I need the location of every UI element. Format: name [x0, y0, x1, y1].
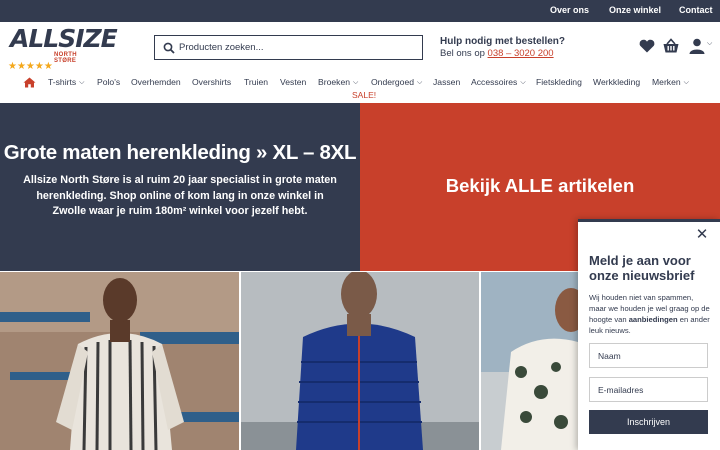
chevron-down-icon: ⌵ — [79, 79, 85, 86]
nav-item-overhemden[interactable]: Overhemden — [131, 77, 181, 87]
newsletter-popup: ✕ Meld je aan voor onze nieuwsbrief Wij … — [578, 219, 720, 450]
chevron-down-icon[interactable]: ⌵ — [707, 40, 712, 48]
heart-icon[interactable] — [638, 37, 656, 55]
nav-item-broeken[interactable]: Broeken ⌵ — [318, 77, 358, 88]
top-bar: Over ons Onze winkel Contact — [0, 0, 720, 22]
popup-title: Meld je aan voor onze nieuwsbrief — [589, 253, 695, 283]
nav-item-accessoires[interactable]: Accessoires ⌵ — [471, 77, 526, 88]
nav-item-overshirts[interactable]: Overshirts — [192, 77, 231, 87]
nav-item-werkkleding[interactable]: Werkkleding — [593, 77, 640, 87]
home-icon[interactable] — [23, 77, 36, 88]
chevron-down-icon: ⌵ — [683, 79, 689, 86]
rating-stars: ★★★★★ — [8, 61, 53, 72]
product-photo-striped-shirt[interactable] — [0, 272, 239, 450]
email-field[interactable] — [589, 377, 708, 402]
help-block: Hulp nodig met bestellen? Bel ons op 038… — [440, 36, 565, 59]
chevron-down-icon: ⌵ — [520, 79, 526, 86]
phone-link[interactable]: 038 – 3020 200 — [488, 48, 554, 59]
nav-item-jassen[interactable]: Jassen — [433, 77, 460, 87]
logo-text: ALLSIZE — [10, 24, 118, 53]
user-icon[interactable] — [688, 37, 706, 55]
nav-item-t-shirts[interactable]: T-shirts ⌵ — [48, 77, 84, 88]
basket-icon[interactable] — [662, 37, 680, 55]
hero-title: Grote maten herenkleding » XL – 8XL — [3, 141, 357, 164]
topbar-link-about[interactable]: Over ons — [550, 5, 589, 15]
nav-item-merken[interactable]: Merken ⌵ — [652, 77, 689, 88]
name-field[interactable] — [589, 343, 708, 368]
nav-item-polos[interactable]: Polo's — [97, 77, 120, 87]
nav-item-sale[interactable]: SALE! — [352, 90, 376, 100]
nav-item-vesten[interactable]: Vesten — [280, 77, 306, 87]
nav-item-ondergoed[interactable]: Ondergoed ⌵ — [371, 77, 422, 88]
logo-subtitle: NORTH STØRE — [54, 52, 77, 64]
nav-item-truien[interactable]: Truien — [244, 77, 268, 87]
product-photo-blue-jacket[interactable] — [241, 272, 479, 450]
product-photo-printed-shirt[interactable] — [481, 272, 578, 450]
popup-text: Wij houden niet van spammen, maar we hou… — [589, 293, 710, 335]
help-call: Bel ons op 038 – 3020 200 — [440, 48, 565, 59]
hero-text: Allsize North Støre is al ruim 20 jaar s… — [23, 174, 337, 217]
topbar-link-contact[interactable]: Contact — [679, 5, 713, 15]
chevron-down-icon: ⌵ — [417, 79, 423, 86]
header: ALLSIZE NORTH STØRE ★★★★★ Hulp nodig met… — [0, 22, 720, 74]
help-call-prefix: Bel ons op — [440, 48, 485, 59]
help-title: Hulp nodig met bestellen? — [440, 36, 566, 47]
topbar-link-store[interactable]: Onze winkel — [609, 5, 661, 15]
search-icon[interactable] — [163, 42, 175, 54]
close-icon[interactable]: ✕ — [695, 227, 709, 242]
main-nav: T-shirts ⌵ Polo's Overhemden Overshirts T… — [0, 74, 720, 103]
search-bar — [154, 35, 423, 60]
logo[interactable]: ALLSIZE NORTH STØRE ★★★★★ — [8, 24, 118, 73]
subscribe-button[interactable]: Inschrijven — [589, 410, 708, 434]
hero-intro: Grote maten herenkleding » XL – 8XL Alls… — [0, 103, 360, 271]
chevron-down-icon: ⌵ — [353, 79, 359, 86]
view-all-articles-link[interactable]: Bekijk ALLE artikelen — [360, 175, 720, 197]
search-input[interactable] — [179, 39, 414, 56]
nav-item-fietskleding[interactable]: Fietskleding — [536, 77, 582, 87]
